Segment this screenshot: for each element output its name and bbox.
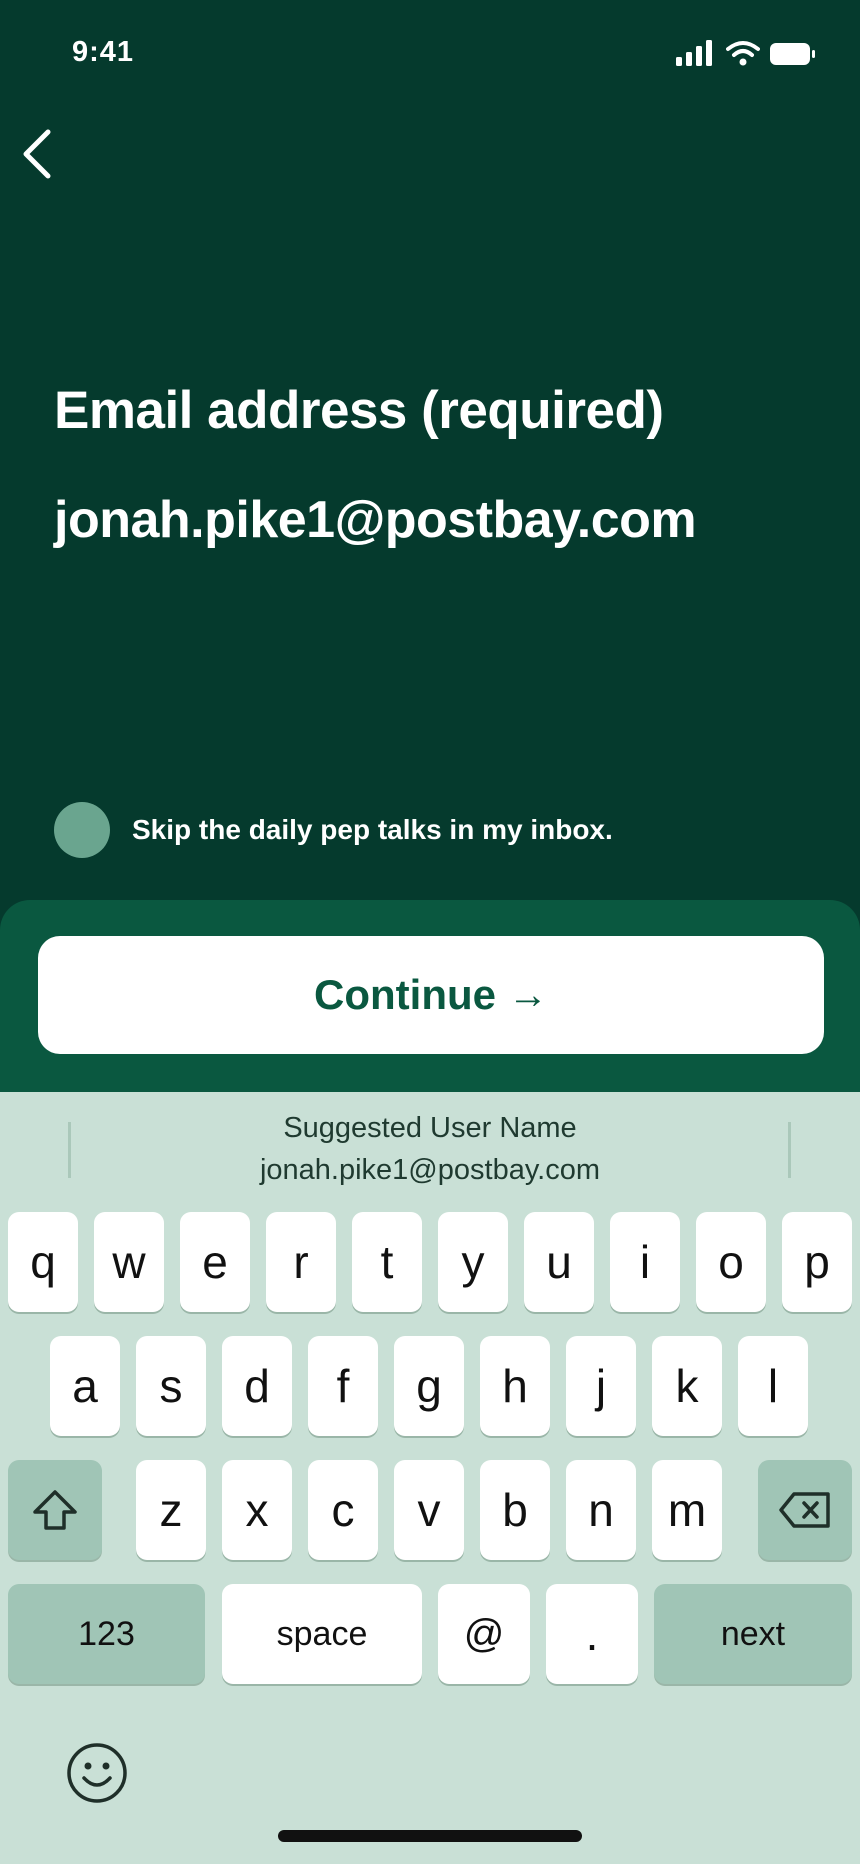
space-key[interactable]: space [222, 1584, 422, 1684]
at-key[interactable]: @ [438, 1584, 530, 1684]
dot-key[interactable]: . [546, 1584, 638, 1684]
shift-icon [33, 1490, 77, 1530]
key-p[interactable]: p [782, 1212, 852, 1312]
backspace-key[interactable] [758, 1460, 852, 1560]
suggestion-title: Suggested User Name [283, 1112, 577, 1144]
key-j[interactable]: j [566, 1336, 636, 1436]
key-s[interactable]: s [136, 1336, 206, 1436]
opt-out-label: Skip the daily pep talks in my inbox. [132, 814, 613, 845]
key-r[interactable]: r [266, 1212, 336, 1312]
key-u[interactable]: u [524, 1212, 594, 1312]
wifi-icon [726, 41, 760, 66]
backspace-icon [779, 1492, 830, 1528]
status-time: 9:41 [72, 36, 135, 68]
key-k[interactable]: k [652, 1336, 722, 1436]
key-e[interactable]: e [180, 1212, 250, 1312]
key-n[interactable]: n [566, 1460, 636, 1560]
key-x[interactable]: x [222, 1460, 292, 1560]
key-y[interactable]: y [438, 1212, 508, 1312]
continue-button[interactable]: Continue → [38, 936, 824, 1054]
field-title: Email address (required) [54, 381, 664, 440]
numbers-key[interactable]: 123 [8, 1584, 205, 1684]
key-c[interactable]: c [308, 1460, 378, 1560]
opt-out-radio[interactable] [54, 802, 110, 858]
home-indicator [278, 1830, 582, 1842]
arrow-right-icon: → [507, 972, 548, 1017]
smiley-icon [67, 1743, 127, 1803]
signup-screen: 9:41 Email address (required) jo n a h.pike… [0, 0, 860, 1864]
back-button[interactable] [18, 128, 58, 180]
key-t[interactable]: t [352, 1212, 422, 1312]
key-b[interactable]: b [480, 1460, 550, 1560]
emoji-button[interactable] [66, 1742, 128, 1804]
key-i[interactable]: i [610, 1212, 680, 1312]
battery-icon [770, 43, 815, 65]
signal-icon [676, 40, 712, 66]
chevron-left-icon [23, 129, 51, 179]
key-z[interactable]: z [136, 1460, 206, 1560]
shift-key[interactable] [8, 1460, 102, 1560]
continue-label: Continue [314, 971, 496, 1018]
status-bar: 9:41 [0, 0, 860, 105]
autofill-suggestion[interactable]: Suggested User Name jonah.pike1@postbay.… [0, 1092, 860, 1202]
key-g[interactable]: g [394, 1336, 464, 1436]
key-q[interactable]: q [8, 1212, 78, 1312]
email-field[interactable]: jonah.pike1@postbay.com [54, 490, 697, 550]
key-w[interactable]: w [94, 1212, 164, 1312]
opt-out-option[interactable]: Skip the daily pep talks in my inbox. [54, 802, 613, 858]
key-l[interactable]: l [738, 1336, 808, 1436]
suggestion-value: jonah.pike1@postbay.com [259, 1154, 601, 1186]
key-f[interactable]: f [308, 1336, 378, 1436]
key-o[interactable]: o [696, 1212, 766, 1312]
key-a[interactable]: a [50, 1336, 120, 1436]
key-v[interactable]: v [394, 1460, 464, 1560]
key-d[interactable]: d [222, 1336, 292, 1436]
status-icons [676, 40, 816, 66]
next-key[interactable]: next [654, 1584, 852, 1684]
key-m[interactable]: m [652, 1460, 722, 1560]
top-panel [0, 0, 860, 900]
key-h[interactable]: h [480, 1336, 550, 1436]
